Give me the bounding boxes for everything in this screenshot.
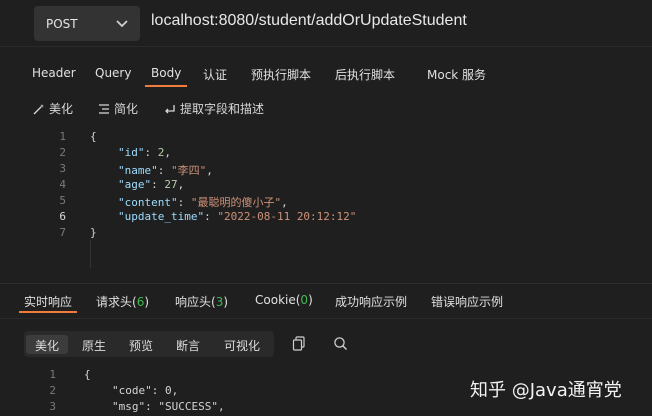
code-line: 3 "msg": "SUCCESS",: [0, 400, 652, 416]
json-value: 27: [164, 178, 178, 191]
tab-auth[interactable]: 认证: [203, 66, 227, 83]
line-number: 2: [49, 384, 56, 397]
beautify-label: 美化: [49, 102, 74, 116]
line-number: 1: [59, 130, 66, 143]
tab-realtime-response[interactable]: 实时响应: [18, 293, 78, 313]
code-line: 1 {: [0, 130, 652, 146]
list-icon: [99, 103, 109, 114]
tab-response-headers[interactable]: 响应头(3): [175, 293, 228, 310]
view-mode-bar: 美化 原生 预览 断言 可视化: [24, 331, 274, 357]
code-text: {: [90, 130, 97, 143]
code-line: 2 "id": 2,: [0, 146, 652, 162]
line-number: 4: [59, 178, 66, 191]
json-key: "update_time": [118, 210, 205, 223]
json-key: "code": [112, 384, 152, 397]
json-key: "id": [118, 146, 145, 159]
line-number: 1: [49, 368, 56, 381]
tab-label: 响应头: [175, 295, 212, 309]
json-value: 0: [165, 384, 172, 397]
view-beautify[interactable]: 美化: [26, 335, 69, 354]
view-preview[interactable]: 预览: [120, 335, 162, 354]
json-value: "SUCCESS": [158, 400, 218, 413]
divider: [0, 318, 652, 319]
body-tools: 美化 简化 提取字段和描述: [0, 96, 652, 120]
line-number: 5: [59, 194, 66, 207]
beautify-button[interactable]: 美化: [33, 100, 73, 117]
code-text: "content": "最聪明的傻小子",: [118, 196, 288, 209]
tab-error-example[interactable]: 错误响应示例: [431, 293, 503, 310]
method-label: POST: [46, 16, 78, 31]
tab-query[interactable]: Query: [95, 66, 131, 80]
code-text: "msg": "SUCCESS",: [112, 400, 225, 413]
line-number: 2: [59, 146, 66, 159]
tab-mock[interactable]: Mock 服务: [427, 66, 486, 83]
line-number: 3: [49, 400, 56, 413]
request-tabs: Header Query Body 认证 预执行脚本 后执行脚本 Mock 服务: [0, 56, 652, 88]
editor-gutter-line: [90, 240, 91, 268]
tab-label: 请求头: [96, 295, 133, 309]
count-badge: 6: [136, 295, 145, 309]
json-value: "2022-08-11 20:12:12": [217, 210, 357, 223]
json-key: "content": [118, 196, 178, 209]
view-raw[interactable]: 原生: [73, 335, 115, 354]
extract-fields-button[interactable]: 提取字段和描述: [164, 100, 264, 117]
line-number: 3: [59, 162, 66, 175]
code-line: 5 "content": "最聪明的傻小子",: [0, 194, 652, 210]
code-text: "id": 2,: [118, 146, 171, 159]
line-number: 7: [59, 226, 66, 239]
search-icon[interactable]: [333, 336, 348, 351]
code-line: 6 "update_time": "2022-08-11 20:12:12": [0, 210, 652, 226]
magic-wand-icon: [33, 103, 44, 114]
request-bar: POST localhost:8080/student/addOrUpdateS…: [0, 0, 652, 46]
extract-icon: [165, 104, 175, 113]
tab-post-script[interactable]: 后执行脚本: [335, 66, 395, 83]
tab-label: Cookie: [255, 293, 296, 307]
json-key: "msg": [112, 400, 146, 413]
url-input[interactable]: localhost:8080/student/addOrUpdateStuden…: [151, 12, 467, 30]
tab-request-headers[interactable]: 请求头(6): [96, 293, 149, 310]
body-editor[interactable]: 1 { 2 "id": 2, 3 "name": "李四", 4 "age": …: [0, 128, 652, 248]
copy-icon[interactable]: [292, 336, 306, 352]
tab-body[interactable]: Body: [144, 66, 188, 87]
count-badge: 0: [300, 293, 309, 307]
code-text: }: [90, 226, 97, 239]
code-line: 7 }: [0, 226, 652, 242]
watermark: 知乎 @Java通宵党: [470, 380, 622, 401]
json-key: "name": [118, 164, 158, 177]
tab-header[interactable]: Header: [32, 66, 76, 80]
code-line: 4 "age": 27,: [0, 178, 652, 194]
code-line: 3 "name": "李四",: [0, 162, 652, 178]
json-value: "最聪明的傻小子": [190, 196, 282, 209]
line-number: 6: [59, 210, 66, 223]
view-assert[interactable]: 断言: [167, 335, 209, 354]
tab-pre-script[interactable]: 预执行脚本: [251, 66, 311, 83]
code-text: {: [84, 368, 91, 381]
code-text: "age": 27,: [118, 178, 185, 191]
tab-cookie[interactable]: Cookie(0): [255, 293, 313, 307]
code-text: "name": "李四",: [118, 164, 213, 177]
simplify-button[interactable]: 简化: [98, 100, 138, 117]
json-value: 2: [157, 146, 165, 159]
extract-label: 提取字段和描述: [180, 102, 265, 116]
json-value: "李四": [171, 164, 207, 177]
tab-success-example[interactable]: 成功响应示例: [335, 293, 407, 310]
method-select[interactable]: POST: [34, 6, 140, 41]
view-visualize[interactable]: 可视化: [215, 335, 269, 354]
response-tabs: 实时响应 请求头(6) 响应头(3) Cookie(0) 成功响应示例 错误响应…: [0, 286, 652, 314]
chevron-down-icon: [116, 20, 128, 28]
simplify-label: 简化: [114, 102, 139, 116]
code-text: "update_time": "2022-08-11 20:12:12": [118, 210, 357, 223]
code-text: "code": 0,: [112, 384, 179, 397]
json-key: "age": [118, 178, 152, 191]
divider: [0, 46, 652, 47]
divider: [0, 283, 652, 284]
count-badge: 3: [215, 295, 224, 309]
